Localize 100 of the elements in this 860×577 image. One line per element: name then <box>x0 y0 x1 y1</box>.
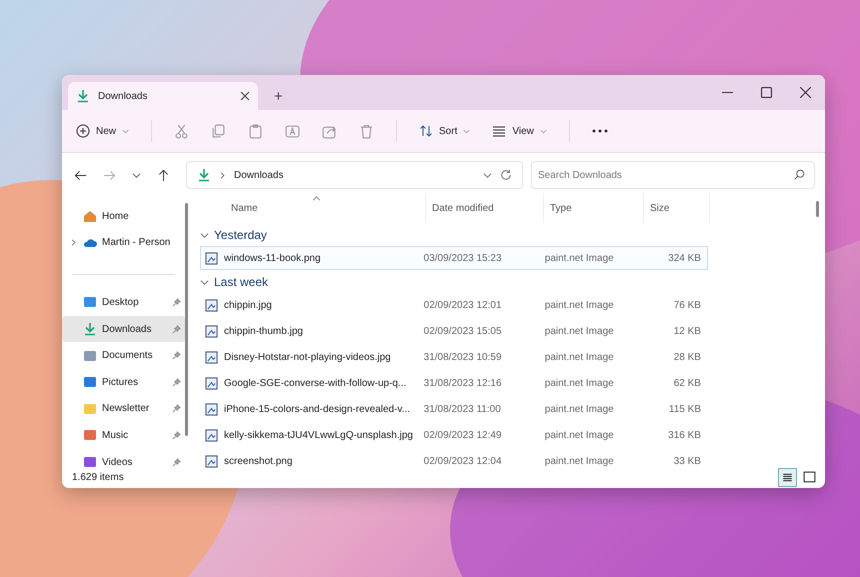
sidebar-item[interactable]: Martin - Person <box>62 230 185 256</box>
clipboard-icon[interactable] <box>248 124 264 138</box>
up-arrow-icon[interactable] <box>157 168 170 182</box>
column-header[interactable]: Type <box>544 193 644 223</box>
group-heading: Yesterday <box>214 228 267 242</box>
sidebar-item[interactable]: Music <box>62 422 185 449</box>
file-name: Disney-Hotstar-not-playing-videos.jpg <box>224 352 391 362</box>
date-cell-text: 02/09/2023 12:01 <box>422 300 503 310</box>
file-name: Google-SGE-converse-with-follow-up-q... <box>224 378 406 388</box>
view-button[interactable]: View <box>492 124 547 138</box>
image-file-icon <box>205 454 218 468</box>
details-view-icon[interactable] <box>778 468 797 486</box>
list-view-icon <box>492 124 506 138</box>
size-cell-text: 316 KB <box>667 430 702 440</box>
cut-icon[interactable] <box>174 124 190 138</box>
type-cell-text: paint.net Image <box>544 300 615 310</box>
column-header[interactable]: Name <box>200 193 426 223</box>
rename-icon[interactable] <box>285 124 300 138</box>
home-icon <box>83 209 97 224</box>
close-icon[interactable] <box>800 87 811 98</box>
scrollbar[interactable] <box>185 203 188 436</box>
file-row[interactable]: Disney-Hotstar-not-playing-videos.jpg 31/08/2023 10:59 paint.net Image 28 KB <box>200 345 708 369</box>
pin-icon[interactable] <box>172 458 181 467</box>
size-cell-text: 115 KB <box>668 404 702 414</box>
sort-button[interactable]: Sort <box>419 124 470 138</box>
file-row[interactable]: windows-11-book.png 03/09/2023 15:23 paint.net Image 324 KB <box>200 246 708 270</box>
address-bar[interactable]: Downloads <box>186 161 523 189</box>
download-arrow-icon <box>76 89 90 103</box>
refresh-icon[interactable] <box>500 169 512 181</box>
file-name: chippin.jpg <box>224 300 272 310</box>
sidebar-item[interactable]: Newsletter <box>62 396 185 422</box>
plus-circle-icon <box>76 124 90 138</box>
file-row[interactable]: kelly-sikkema-tJU4VLwwLgQ-unsplash.jpg 02/09/2023 12:49 paint.net Image 316 KB <box>200 423 708 447</box>
size-cell-text: 324 KB <box>667 252 702 264</box>
file-row[interactable]: screenshot.png 02/09/2023 12:04 paint.net Image 33 KB <box>200 449 708 473</box>
chevron-down-icon[interactable] <box>483 170 492 180</box>
more-options-icon[interactable] <box>592 129 608 133</box>
trash-icon[interactable] <box>359 124 374 138</box>
file-name: kelly-sikkema-tJU4VLwwLgQ-unsplash.jpg <box>224 430 413 440</box>
chevron-down-icon[interactable] <box>200 230 209 240</box>
chevron-down-icon[interactable] <box>200 278 209 286</box>
chevron-down-icon[interactable] <box>132 170 141 180</box>
sidebar-item[interactable]: Pictures <box>62 368 185 396</box>
maximize-icon[interactable] <box>761 87 772 98</box>
size-cell-text: 33 KB <box>672 456 702 466</box>
back-arrow-icon[interactable] <box>74 168 87 182</box>
copy-icon[interactable] <box>211 124 226 138</box>
file-name: windows-11-book.png <box>224 252 321 264</box>
image-file-icon <box>205 376 218 390</box>
sort-arrows-icon <box>419 124 434 138</box>
type-cell-text: paint.net Image <box>544 456 615 466</box>
close-icon[interactable] <box>240 91 250 101</box>
pin-icon[interactable] <box>172 324 181 334</box>
pin-icon[interactable] <box>172 430 181 440</box>
caret-icon <box>540 128 547 134</box>
column-header[interactable]: Date modified <box>426 193 544 223</box>
pin-icon[interactable] <box>172 404 181 414</box>
tab-title: Downloads <box>98 90 148 102</box>
file-row[interactable]: chippin.jpg 02/09/2023 12:01 paint.net Image 76 KB <box>200 293 708 317</box>
sort-caret-icon <box>312 196 321 201</box>
window-tab[interactable]: Downloads <box>68 82 258 110</box>
new-button[interactable]: New <box>76 124 130 138</box>
image-file-icon <box>205 350 218 364</box>
sidebar-item[interactable]: Home <box>62 203 185 230</box>
image-file-icon <box>205 402 218 416</box>
file-row[interactable]: iPhone-15-colors-and-design-revealed-v... 31/08/2023 11:00 paint.net Image 115 KB <box>200 397 708 421</box>
group-heading: Last week <box>214 275 268 289</box>
caret-icon <box>463 128 470 134</box>
pin-icon[interactable] <box>172 298 181 307</box>
file-name: screenshot.png <box>224 456 292 466</box>
sidebar-item[interactable]: Downloads <box>62 316 185 342</box>
chevron-right-icon[interactable] <box>70 239 77 246</box>
pin-icon[interactable] <box>172 351 181 360</box>
share-icon[interactable] <box>322 124 338 138</box>
image-file-icon <box>205 324 218 338</box>
caret-icon <box>122 128 130 134</box>
forward-arrow-icon[interactable] <box>103 168 116 182</box>
date-cell-text: 02/09/2023 15:05 <box>422 326 503 336</box>
size-cell-text: 28 KB <box>672 352 702 362</box>
column-header[interactable]: Size <box>644 193 710 223</box>
new-tab-button[interactable]: + <box>268 88 289 105</box>
type-cell-text: paint.net Image <box>544 326 615 336</box>
type-cell-text: paint.net Image <box>544 252 615 264</box>
size-cell-text: 12 KB <box>672 326 702 336</box>
sidebar-item[interactable]: Documents <box>62 342 185 369</box>
scrollbar[interactable] <box>816 201 819 217</box>
image-file-icon <box>205 252 218 264</box>
type-cell-text: paint.net Image <box>544 430 615 440</box>
pin-icon[interactable] <box>172 378 181 387</box>
date-cell-text: 02/09/2023 12:04 <box>422 456 503 466</box>
download-arrow-icon <box>197 168 211 182</box>
type-cell-text: paint.net Image <box>544 378 615 388</box>
search-icon <box>794 169 805 180</box>
search-field[interactable]: Search Downloads <box>531 161 815 189</box>
file-name: chippin-thumb.jpg <box>224 326 303 336</box>
breadcrumb-location[interactable]: Downloads <box>234 170 284 180</box>
file-row[interactable]: Google-SGE-converse-with-follow-up-q... 31/08/2023 12:16 paint.net Image 62 KB <box>200 371 708 395</box>
sidebar-item[interactable]: Desktop <box>62 289 185 316</box>
file-row[interactable]: chippin-thumb.jpg 02/09/2023 15:05 paint.net Image 12 KB <box>200 319 708 343</box>
type-cell-text: paint.net Image <box>544 404 615 414</box>
